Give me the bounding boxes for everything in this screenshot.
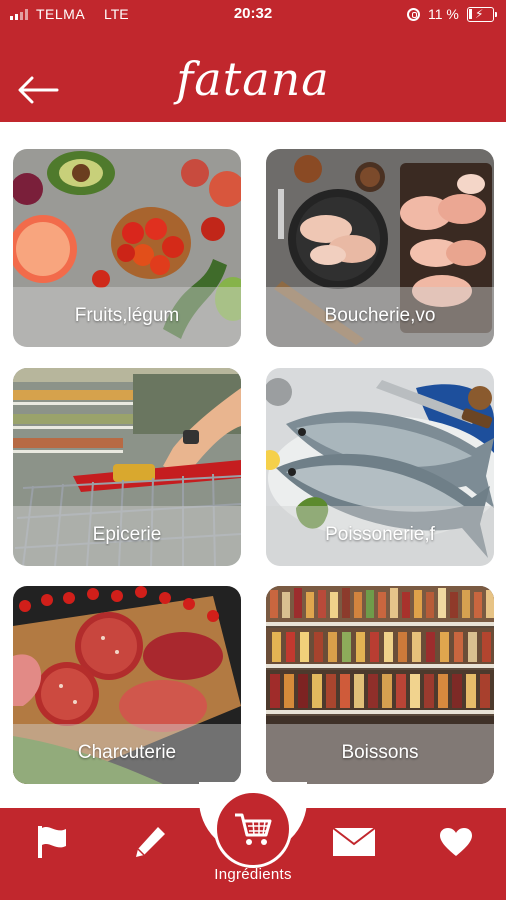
nav-ingredients-button[interactable] <box>214 790 292 868</box>
category-card-grocery[interactable]: Epicerie <box>13 368 241 566</box>
category-card-drinks[interactable]: Boissons <box>266 586 494 784</box>
nav-favorites-button[interactable] <box>434 820 478 864</box>
category-label: Fruits,légum <box>74 305 180 326</box>
category-label: Poissonerie,f <box>325 524 435 545</box>
cart-icon <box>235 813 272 845</box>
flag-icon <box>38 826 66 858</box>
mail-icon <box>332 827 376 856</box>
battery-percent: 11 % <box>428 6 459 22</box>
status-bar: TELMA LTE 20:32 11 % ⚡ <box>0 0 506 30</box>
app-header: TELMA LTE 20:32 11 % ⚡ fatana <box>0 0 506 122</box>
category-card-butchery[interactable]: Boucherie,vo <box>266 149 494 347</box>
category-card-fish[interactable]: Poissonerie,f <box>266 368 494 566</box>
category-card-fruits[interactable]: Fruits,légum <box>13 149 241 347</box>
nav-messages-button[interactable] <box>332 820 376 864</box>
app-logo: fatana <box>176 52 330 106</box>
category-label: Boissons <box>341 742 419 763</box>
orientation-lock-icon <box>407 8 420 21</box>
battery-icon: ⚡ <box>467 7 497 22</box>
heart-icon <box>440 828 472 856</box>
category-card-charcuterie[interactable]: Charcuterie <box>13 586 241 784</box>
category-label: Epicerie <box>92 524 162 545</box>
nav-flag-button[interactable] <box>30 820 74 864</box>
active-tab-label: Ingrédients <box>214 866 292 883</box>
category-label: Boucherie,vo <box>324 305 436 326</box>
category-label: Charcuterie <box>77 742 177 763</box>
category-grid: Fruits,légum Boucherie,vo Epicerie Poiss… <box>0 122 506 807</box>
nav-edit-button[interactable] <box>128 820 172 864</box>
pencil-icon <box>136 827 165 857</box>
